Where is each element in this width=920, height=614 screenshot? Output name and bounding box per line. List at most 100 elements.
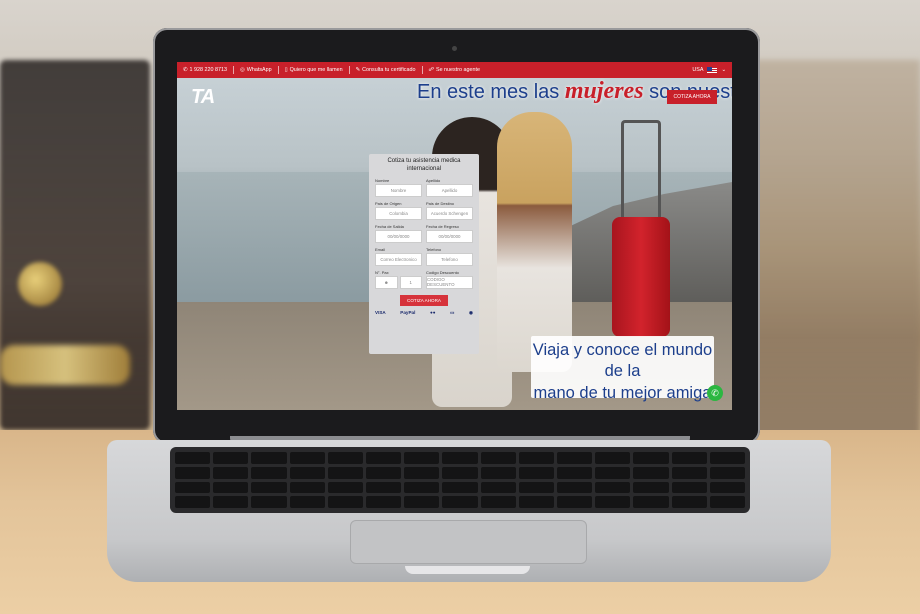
whatsapp-icon: ◎ bbox=[240, 67, 245, 73]
laptop-camera bbox=[452, 46, 457, 51]
salida-date[interactable]: 00/00/0000 bbox=[375, 229, 422, 243]
keyboard-key bbox=[442, 466, 478, 479]
divider bbox=[233, 66, 235, 74]
keyboard-key bbox=[366, 466, 402, 479]
keyboard-key bbox=[366, 452, 402, 464]
form-title: Cotiza tu asistencia medica internaciona… bbox=[387, 158, 461, 172]
phone-link[interactable]: ✆ 1 928 220 8713 bbox=[183, 67, 227, 73]
keyboard-key bbox=[327, 452, 363, 464]
keyboard-key bbox=[366, 496, 402, 508]
slogan-line: Viaja y conoce el mundo de la bbox=[532, 341, 713, 381]
keyboard-key bbox=[557, 481, 593, 494]
agent-link[interactable]: ☍ Se nuestro agente bbox=[429, 67, 481, 73]
keyboard-key bbox=[442, 496, 478, 508]
keyboard-key bbox=[213, 481, 249, 494]
regreso-label: Fecha de Regreso bbox=[426, 223, 459, 229]
keyboard-key bbox=[404, 481, 440, 494]
destino-select[interactable]: Acuerdo Schengen bbox=[426, 206, 473, 220]
keyboard-key bbox=[175, 466, 211, 479]
salida-label: Fecha de Salida bbox=[375, 223, 404, 229]
keyboard-key bbox=[251, 466, 287, 479]
certificate-link[interactable]: ✎ Consulta tu certificado bbox=[356, 67, 416, 73]
laptop-keyboard bbox=[170, 447, 750, 513]
keyboard-key bbox=[633, 466, 669, 479]
keyboard-key bbox=[595, 496, 631, 508]
keyboard-key bbox=[480, 496, 516, 508]
divider bbox=[348, 66, 350, 74]
keyboard-key bbox=[633, 496, 669, 508]
descuento-label: Codigo Descuento bbox=[426, 269, 459, 275]
keyboard-key bbox=[327, 496, 363, 508]
cabinet-blur bbox=[750, 60, 920, 440]
logo[interactable]: TA bbox=[191, 86, 215, 109]
email-input[interactable]: Correo Electronico bbox=[375, 252, 422, 266]
keyboard-key bbox=[175, 452, 211, 464]
pax-label: N°. Pax bbox=[375, 269, 389, 275]
keyboard-key bbox=[557, 452, 593, 464]
payment-logos: VISA PayPal ●● ▭ ◉ bbox=[375, 310, 473, 316]
flag-usa-icon bbox=[707, 66, 718, 74]
callback-link[interactable]: ▯ Quiero que me llamen bbox=[285, 67, 343, 73]
quote-form: Cotiza tu asistencia medica internaciona… bbox=[369, 154, 479, 354]
headline-text: En este mes las bbox=[417, 81, 560, 103]
phone-icon: ✆ bbox=[183, 67, 188, 73]
woman-figure bbox=[497, 112, 572, 372]
origen-select[interactable]: Colombia bbox=[375, 206, 422, 220]
keyboard-key bbox=[518, 481, 554, 494]
whatsapp-link[interactable]: ◎ WhatsApp bbox=[240, 67, 272, 73]
headline-emphasis: mujeres bbox=[564, 78, 644, 104]
keyboard-key bbox=[595, 466, 631, 479]
apellido-input[interactable]: Apellido bbox=[426, 183, 473, 197]
keyboard-key bbox=[671, 466, 707, 479]
origen-label: Pais de Origen bbox=[375, 200, 402, 206]
keyboard-key bbox=[213, 452, 249, 464]
red-suitcase bbox=[612, 217, 670, 337]
keyboard-key bbox=[404, 452, 440, 464]
visa-logo: VISA bbox=[375, 310, 386, 316]
keyboard-key bbox=[213, 496, 249, 508]
keyboard-key bbox=[327, 466, 363, 479]
telefono-label: Telefono bbox=[426, 246, 442, 252]
destino-label: Pais de Destino bbox=[426, 200, 455, 206]
keyboard-key bbox=[595, 481, 631, 494]
keyboard-key bbox=[289, 466, 325, 479]
keyboard-key bbox=[442, 481, 478, 494]
paypal-logo: PayPal bbox=[400, 310, 416, 316]
keyboard-key bbox=[480, 452, 516, 464]
card-icon: ◉ bbox=[468, 309, 473, 315]
keyboard-key bbox=[175, 481, 211, 494]
keyboard-key bbox=[671, 452, 707, 464]
regreso-date[interactable]: 00/00/0000 bbox=[426, 229, 473, 243]
telefono-input[interactable]: Telefono bbox=[426, 252, 473, 266]
oven-knob-blur bbox=[18, 262, 62, 306]
keyboard-key bbox=[709, 496, 745, 508]
keyboard-key bbox=[595, 452, 631, 464]
top-bar: ✆ 1 928 220 8713 ◎ WhatsApp ▯ Quiero que me… bbox=[177, 62, 732, 78]
keyboard-key bbox=[404, 466, 440, 479]
submit-button[interactable]: COTIZA AHORA bbox=[400, 294, 448, 306]
keyboard-key bbox=[709, 452, 745, 464]
handshake-icon: ☍ bbox=[428, 67, 434, 73]
keyboard-key bbox=[557, 466, 593, 479]
laptop-screen: ✆ 1 928 220 8713 ◎ WhatsApp ▯ Quiero que me… bbox=[177, 62, 732, 410]
pax-input[interactable]: 1 bbox=[399, 275, 422, 289]
nombre-input[interactable]: Nombre bbox=[375, 183, 422, 197]
keyboard-key bbox=[175, 496, 211, 508]
edit-icon: ✎ bbox=[355, 67, 361, 73]
country-label: USA bbox=[692, 67, 704, 73]
oven-handle-blur bbox=[0, 345, 130, 385]
apellido-label: Apellido bbox=[426, 177, 441, 183]
cta-button-top[interactable]: COTIZA AHORA bbox=[667, 90, 717, 104]
descuento-input[interactable]: CODIGO DESCUENTO bbox=[426, 275, 473, 289]
whatsapp-float-icon[interactable]: ✆ bbox=[707, 385, 723, 401]
divider bbox=[421, 66, 423, 74]
keyboard-key bbox=[709, 466, 745, 479]
keyboard-key bbox=[518, 466, 554, 479]
keyboard-key bbox=[633, 481, 669, 494]
laptop-notch bbox=[405, 566, 530, 574]
keyboard-key bbox=[289, 481, 325, 494]
country-selector[interactable]: USA ⌄ bbox=[692, 66, 726, 74]
trackpad bbox=[350, 520, 587, 564]
keyboard-key bbox=[213, 466, 249, 479]
keyboard-key bbox=[633, 452, 669, 464]
